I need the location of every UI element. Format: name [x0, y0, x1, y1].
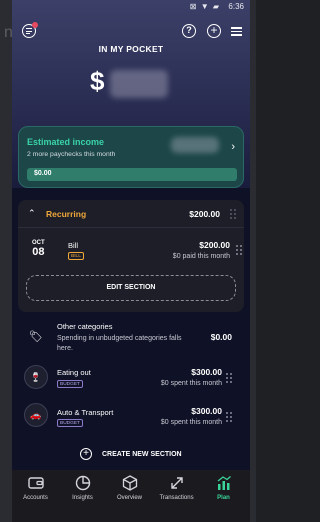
restaurant-icon: 🍷 — [24, 365, 48, 389]
pocket-amount: $ — [90, 66, 104, 97]
page-title: IN MY POCKET — [98, 44, 164, 54]
create-new-section-label: CREATE NEW SECTION — [102, 451, 182, 458]
arrows-icon — [168, 474, 186, 492]
tab-transactions[interactable]: Transactions — [153, 474, 200, 501]
tag-icon: 🏷 — [29, 331, 43, 343]
recurring-header[interactable]: ⌃ Recurring $200.00 — [18, 200, 244, 228]
income-subtitle: 2 more paychecks this month — [27, 151, 116, 158]
tab-plan[interactable]: Plan — [200, 474, 247, 501]
auto-transport-name[interactable]: Auto & Transport — [57, 408, 113, 417]
tab-label: Plan — [217, 495, 230, 501]
header: ⊠ ▼ ▰ 6:36 ? + IN MY POCKET $ Estimated … — [12, 0, 250, 188]
recurring-section: ⌃ Recurring $200.00 OCT 08 Bill BILL $20… — [18, 200, 244, 312]
redacted-income — [171, 137, 219, 153]
bill-badge: BILL — [68, 252, 84, 260]
currency-sign: $ — [90, 66, 105, 96]
other-categories-desc: Spending in unbudgeted categories falls … — [57, 335, 182, 352]
add-icon[interactable]: + — [207, 24, 221, 38]
drag-handle-icon[interactable] — [226, 412, 232, 422]
bill-day: 08 — [32, 246, 45, 258]
hamburger-icon[interactable] — [231, 27, 242, 36]
wallet-icon — [27, 474, 45, 492]
plus-circle-icon: + — [80, 448, 92, 460]
eating-out-name[interactable]: Eating out — [57, 368, 91, 377]
tab-label: Transactions — [159, 495, 194, 501]
chart-icon — [215, 474, 233, 492]
edit-section-button[interactable]: EDIT SECTION — [26, 275, 236, 301]
bill-amount: $200.00 — [199, 240, 230, 250]
menu-icon[interactable] — [22, 22, 38, 38]
status-icons: ⊠ ▼ ▰ — [189, 2, 220, 11]
tab-insights[interactable]: Insights — [59, 474, 106, 501]
bill-paid-status: $0 paid this month — [172, 253, 230, 260]
recurring-title: Recurring — [46, 209, 87, 219]
income-title: Estimated income — [27, 137, 105, 147]
bill-date: OCT 08 — [32, 240, 45, 258]
pie-icon — [74, 474, 92, 492]
redacted-amount — [110, 70, 168, 98]
status-time: 6:36 — [228, 2, 244, 11]
tab-overview[interactable]: Overview — [106, 474, 153, 501]
auto-transport-badge: BUDGET — [57, 419, 83, 427]
auto-transport-amount: $300.00 — [191, 406, 222, 416]
eating-out-amount: $300.00 — [191, 367, 222, 377]
other-categories-name[interactable]: Other categories — [57, 322, 112, 331]
eating-out-spent: $0 spent this month — [160, 380, 222, 387]
box-icon — [121, 474, 139, 492]
auto-transport-spent: $0 spent this month — [160, 419, 222, 426]
chevron-right-icon: › — [231, 141, 235, 153]
tab-label: Insights — [72, 495, 93, 501]
eating-out-badge: BUDGET — [57, 380, 83, 388]
drag-handle-icon[interactable] — [230, 209, 236, 219]
drag-handle-icon[interactable] — [236, 245, 242, 255]
create-new-section-button[interactable]: + CREATE NEW SECTION — [12, 448, 250, 464]
other-categories-amount: $0.00 — [210, 332, 232, 342]
bottom-tab-bar: Accounts Insights Overview Transactions … — [12, 470, 250, 522]
estimated-income-card[interactable]: Estimated income 2 more paychecks this m… — [18, 126, 244, 188]
tab-accounts[interactable]: Accounts — [12, 474, 59, 501]
drag-handle-icon[interactable] — [226, 373, 232, 383]
recurring-total: $200.00 — [189, 209, 220, 219]
status-bar: ⊠ ▼ ▰ 6:36 — [12, 0, 250, 16]
tab-label: Overview — [116, 495, 142, 501]
bill-name[interactable]: Bill — [68, 241, 78, 250]
income-bar-value: $0.00 — [34, 170, 52, 177]
income-progress-bar: $0.00 — [27, 168, 237, 181]
tab-label: Accounts — [23, 495, 48, 501]
chevron-up-icon[interactable]: ⌃ — [28, 208, 36, 219]
pocket-app: ⊠ ▼ ▰ 6:36 ? + IN MY POCKET $ Estimated … — [12, 0, 250, 522]
help-icon[interactable]: ? — [182, 24, 196, 38]
car-icon: 🚗 — [24, 403, 48, 427]
